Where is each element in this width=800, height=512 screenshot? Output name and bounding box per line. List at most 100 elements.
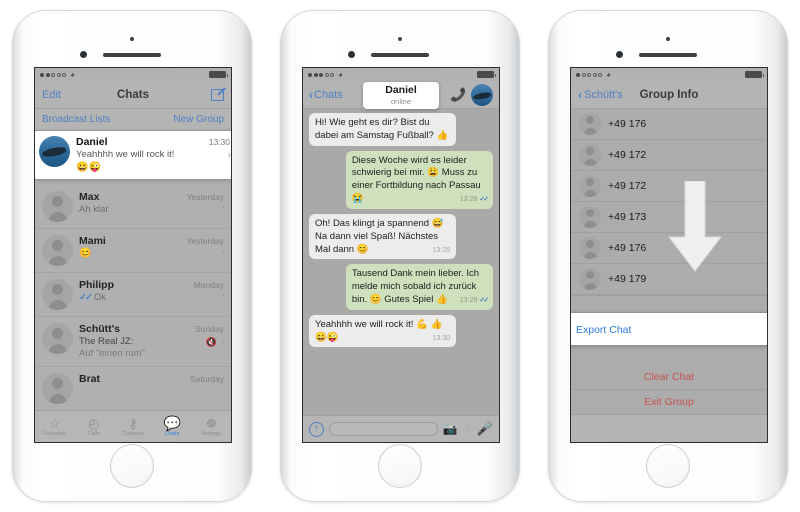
chat-name: Brat — [79, 372, 101, 385]
message-input-bar: ↑ 📷 ⋮ 🎤 — [303, 415, 499, 442]
battery-icon — [745, 71, 764, 78]
tab-favorites[interactable]: ☆ Favorites — [35, 411, 74, 442]
clear-chat-button[interactable]: Clear Chat — [571, 365, 767, 390]
tab-label: Calls — [87, 430, 100, 437]
message-text: Yeahhhh we will rock it! 💪 👍😀😜 — [315, 318, 443, 343]
page-title: Chats — [117, 88, 149, 101]
avatar — [42, 372, 73, 404]
back-to-chats-button[interactable]: ‹ Chats — [309, 89, 343, 101]
chat-preview: Yeahhhh we will rock it! — [76, 149, 175, 160]
exit-group-button[interactable]: Exit Group — [571, 390, 767, 415]
chat-row-schuetts[interactable]: Schütt's Sunday The Real JZ: Auf "einen … — [35, 317, 231, 367]
earpiece-speaker — [103, 53, 161, 57]
tab-label: Chats — [165, 431, 180, 437]
battery-icon — [209, 71, 228, 78]
plus-circle-icon[interactable]: ↑ — [309, 421, 324, 437]
broadcast-lists-button[interactable]: Broadcast Lists — [42, 114, 110, 125]
chat-preview: Ok — [93, 292, 107, 303]
new-group-button[interactable]: New Group — [173, 114, 224, 125]
front-camera — [348, 51, 355, 58]
chat-time: Saturday — [189, 373, 224, 384]
tab-contacts[interactable]: ⚷ Contacts — [113, 411, 152, 442]
chat-row-brat[interactable]: Brat Saturday — [35, 367, 231, 410]
down-arrow-icon — [667, 181, 723, 272]
chevron-left-icon: ‹ — [309, 87, 313, 102]
signal-strength-icon — [576, 72, 602, 77]
chat-time: Yesterday — [186, 236, 225, 246]
battery-icon — [477, 71, 496, 78]
earpiece-speaker — [639, 53, 697, 57]
gear-icon: ☸ — [205, 415, 218, 431]
chat-name: Daniel — [76, 136, 108, 148]
home-button[interactable] — [646, 444, 690, 488]
home-button[interactable] — [378, 444, 422, 488]
back-to-group-button[interactable]: ‹ Schütt's — [578, 89, 623, 101]
wifi-icon: ◕ — [70, 69, 75, 79]
proximity-sensor — [130, 37, 134, 41]
avatar[interactable] — [471, 83, 493, 106]
chat-bubbles-icon: 💬 — [163, 415, 181, 431]
message-input[interactable] — [329, 422, 438, 436]
chevron-right-icon: › — [221, 289, 225, 301]
microphone-icon[interactable]: 🎤 — [477, 421, 493, 437]
exit-group-label: Exit Group — [644, 396, 694, 408]
avatar — [42, 191, 73, 222]
contact-name: Daniel — [385, 84, 417, 96]
tab-label: Settings — [201, 430, 222, 437]
earpiece-speaker — [371, 53, 429, 57]
phone-1: ◕ Edit Chats Broadcast Lists New Group D… — [12, 10, 252, 502]
chat-preview-emoji: 😊 — [79, 248, 92, 259]
section-gap — [571, 295, 767, 313]
front-camera — [616, 51, 623, 58]
avatar — [42, 323, 73, 354]
contact-icon: ⚷ — [128, 415, 138, 431]
chat-row-philipp[interactable]: Philipp Monday ✓✓ Ok › — [35, 273, 231, 317]
message-bubble: Diese Woche wird es leider schwierig bei… — [345, 150, 493, 209]
phone-icon[interactable]: 📞 — [450, 87, 466, 103]
avatar — [579, 268, 601, 290]
signal-strength-icon — [40, 72, 66, 77]
chat-name: Schütt's — [79, 323, 121, 335]
avatar — [579, 175, 601, 197]
clear-chat-label: Clear Chat — [643, 371, 695, 383]
message-text: Hi! Wie geht es dir? Bist du dabei am Sa… — [315, 117, 449, 141]
chat-preview: Auf "einen rum" — [79, 347, 145, 359]
chat-row-mami[interactable]: Mami Yesterday 😊 › — [35, 229, 231, 273]
chat-row-max[interactable]: Max Yesterday Ah klar › — [35, 185, 231, 229]
compose-icon[interactable] — [211, 87, 226, 101]
member-number: +49 173 — [608, 211, 647, 223]
contact-header-callout[interactable]: Daniel online — [363, 82, 439, 109]
more-dots-icon[interactable]: ⋮ — [463, 424, 472, 435]
avatar — [579, 113, 601, 135]
read-receipt-icon: ✓✓ — [479, 296, 489, 304]
chat-row-daniel[interactable]: Daniel 13:30 Yeahhhh we will rock it! 😀😜… — [35, 131, 231, 180]
member-number: +49 172 — [608, 149, 647, 161]
chat-preview-emoji: 😀😜 — [76, 161, 101, 173]
member-number: +49 176 — [608, 242, 647, 254]
tab-calls[interactable]: ◴ Calls — [74, 411, 113, 442]
edit-button[interactable]: Edit — [42, 89, 61, 101]
group-member-list: +49 176 +49 172 +49 172 +49 173 +49 176 — [571, 109, 767, 415]
read-receipt-icon: ✓✓ — [79, 292, 93, 303]
tab-chats[interactable]: 💬 Chats — [153, 411, 192, 442]
home-button[interactable] — [110, 444, 154, 488]
chats-navbar: Edit Chats — [35, 81, 231, 109]
scene: ◕ Edit Chats Broadcast Lists New Group D… — [0, 0, 800, 512]
message-time: 13:28 — [459, 196, 478, 204]
chat-name: Philipp — [79, 279, 114, 291]
export-chat-button[interactable]: Export Chat — [571, 313, 767, 345]
phone-2-screen: ◕ ‹ Chats Daniel online 📞 Hi! Wie geht e… — [302, 67, 500, 443]
star-icon: ☆ — [48, 415, 61, 431]
member-row[interactable]: +49 172 — [571, 140, 767, 171]
phone-2: ◕ ‹ Chats Daniel online 📞 Hi! Wie geht e… — [280, 10, 520, 502]
signal-strength-icon — [308, 72, 334, 77]
tab-settings[interactable]: ☸ Settings — [192, 411, 231, 442]
member-row[interactable]: +49 176 — [571, 109, 767, 140]
tab-label: Contacts — [122, 430, 144, 437]
proximity-sensor — [398, 37, 402, 41]
status-bar: ◕ — [571, 68, 767, 81]
camera-icon[interactable]: 📷 — [443, 422, 458, 436]
member-number: +49 176 — [608, 118, 647, 130]
phone-1-screen: ◕ Edit Chats Broadcast Lists New Group D… — [34, 67, 232, 443]
message-bubble: Hi! Wie geht es dir? Bist du dabei am Sa… — [309, 113, 457, 153]
